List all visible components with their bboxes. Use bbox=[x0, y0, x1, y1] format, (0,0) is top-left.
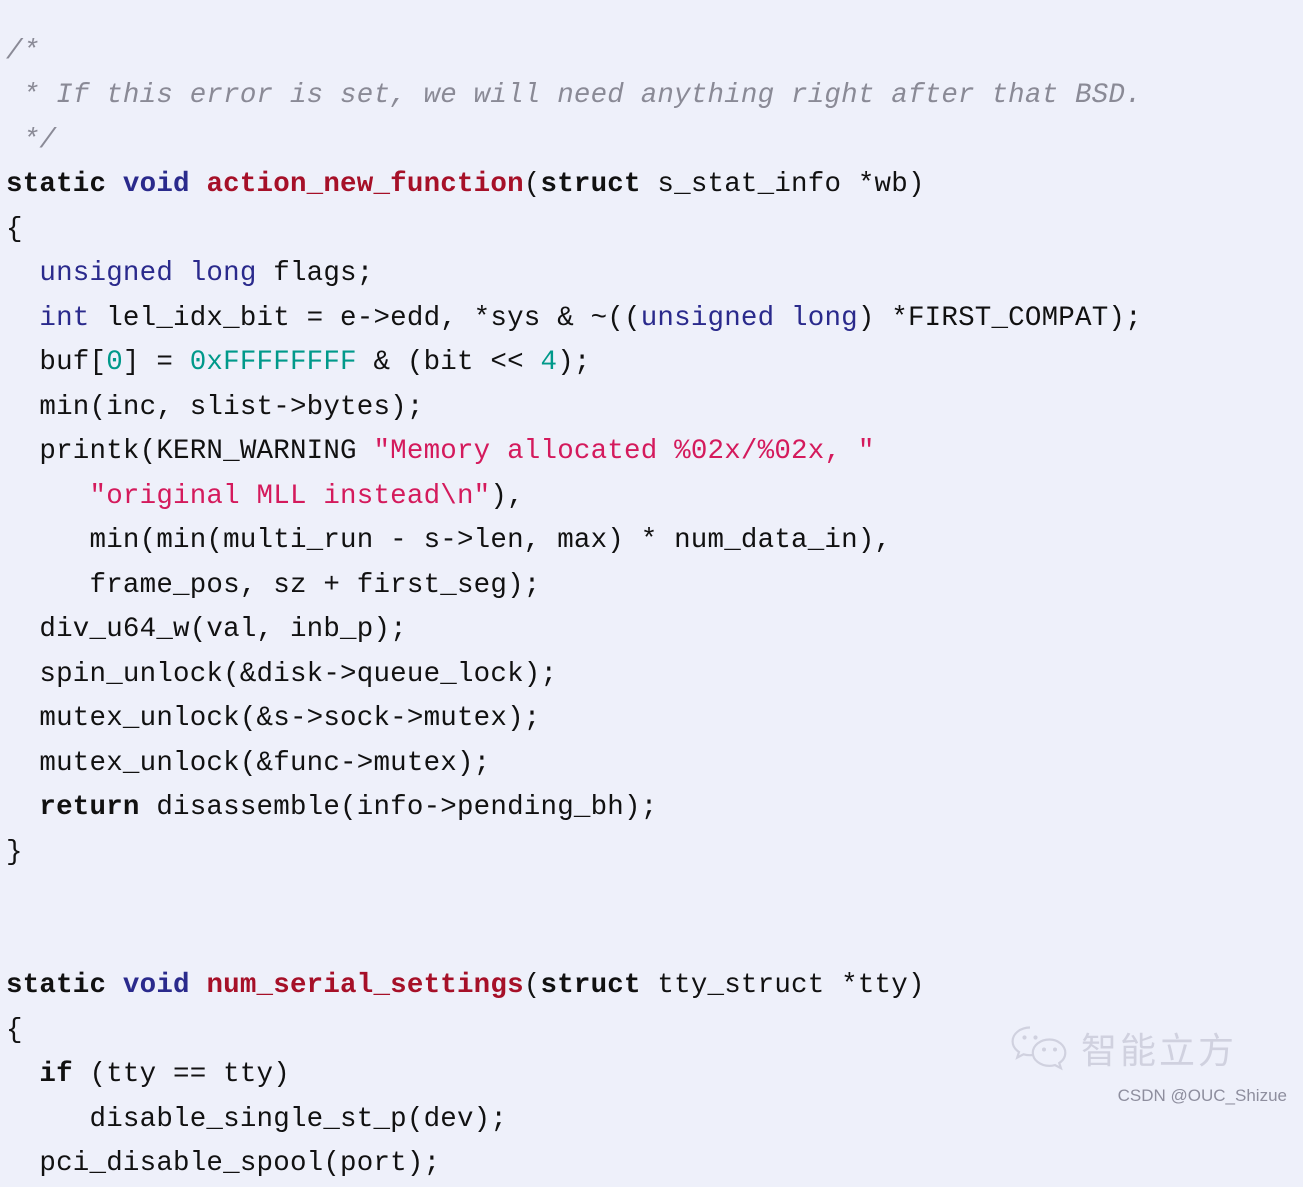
code-token: buf[ bbox=[6, 347, 107, 378]
code-line: frame_pos, sz + first_seg); bbox=[6, 564, 1303, 609]
code-token: static bbox=[6, 970, 107, 1001]
code-token: void bbox=[122, 970, 190, 1001]
code-token: unsigned long bbox=[39, 258, 257, 289]
code-token: frame_pos, sz + first_seg); bbox=[6, 569, 541, 601]
code-token: spin_unlock(&disk->queue_lock); bbox=[6, 658, 558, 690]
code-token: ( bbox=[523, 970, 541, 1001]
code-token: flags; bbox=[256, 258, 374, 289]
code-line: * If this error is set, we will need any… bbox=[6, 74, 1303, 119]
code-token: disable_single_st_p(dev); bbox=[6, 1103, 508, 1135]
code-line: static void num_serial_settings(struct t… bbox=[6, 964, 1303, 1009]
code-token: struct bbox=[540, 169, 641, 200]
code-line: return disassemble(info->pending_bh); bbox=[6, 786, 1303, 831]
code-line: static void action_new_function(struct s… bbox=[6, 163, 1303, 208]
code-screenshot-surface: /* * If this error is set, we will need … bbox=[0, 0, 1303, 1179]
code-token: ) *FIRST_COMPAT); bbox=[857, 302, 1142, 334]
code-token: lel_idx_bit = e->edd, *sys & ~(( bbox=[89, 302, 641, 334]
code-line: } bbox=[6, 831, 1303, 876]
code-line: "original MLL instead\n"), bbox=[6, 475, 1303, 520]
code-line: mutex_unlock(&func->mutex); bbox=[6, 742, 1303, 787]
code-token: static bbox=[6, 169, 107, 200]
code-line: min(min(multi_run - s->len, max) * num_d… bbox=[6, 519, 1303, 564]
code-token: ( bbox=[523, 169, 541, 200]
code-token: return bbox=[39, 792, 140, 823]
code-token: struct bbox=[540, 970, 641, 1001]
code-token: ] = bbox=[122, 347, 190, 378]
code-token: 4 bbox=[540, 347, 558, 378]
code-token: { bbox=[6, 1014, 23, 1046]
code-line: printk(KERN_WARNING "Memory allocated %0… bbox=[6, 430, 1303, 475]
code-token: min(inc, slist->bytes); bbox=[6, 391, 424, 423]
code-token: s_stat_info *wb) bbox=[640, 169, 925, 200]
code-line: pci_disable_spool(port); bbox=[6, 1142, 1303, 1187]
code-token: ), bbox=[490, 480, 524, 512]
code-token: /* bbox=[6, 35, 40, 67]
code-token: 0 bbox=[106, 347, 123, 378]
code-line: min(inc, slist->bytes); bbox=[6, 386, 1303, 431]
code-token: printk(KERN_WARNING bbox=[6, 436, 374, 467]
code-line: disable_single_st_p(dev); bbox=[6, 1098, 1303, 1143]
code-line: int lel_idx_bit = e->edd, *sys & ~((unsi… bbox=[6, 297, 1303, 342]
code-token: */ bbox=[6, 124, 57, 156]
code-line: /* bbox=[6, 30, 1303, 75]
code-line: { bbox=[6, 1009, 1303, 1054]
code-line: { bbox=[6, 208, 1303, 253]
code-line: unsigned long flags; bbox=[6, 252, 1303, 297]
code-listing: /* * If this error is set, we will need … bbox=[6, 30, 1303, 1187]
code-token: (tty == tty) bbox=[72, 1059, 290, 1090]
code-token: void bbox=[122, 169, 190, 200]
code-token: unsigned long bbox=[640, 302, 858, 334]
code-token: action_new_function bbox=[206, 169, 524, 200]
code-line: if (tty == tty) bbox=[6, 1053, 1303, 1098]
code-token: } bbox=[6, 836, 23, 868]
code-token: mutex_unlock(&s->sock->mutex); bbox=[6, 703, 541, 734]
code-token: 0xFFFFFFFF bbox=[189, 347, 357, 378]
code-token: num_serial_settings bbox=[206, 970, 524, 1001]
code-line: buf[0] = 0xFFFFFFFF & (bit << 4); bbox=[6, 341, 1303, 386]
code-line: spin_unlock(&disk->queue_lock); bbox=[6, 653, 1303, 698]
code-token: disassemble(info->pending_bh); bbox=[139, 792, 658, 823]
code-token: * If this error is set, we will need any… bbox=[6, 80, 1142, 111]
code-token: tty_struct *tty) bbox=[640, 970, 925, 1001]
code-line: mutex_unlock(&s->sock->mutex); bbox=[6, 697, 1303, 742]
code-token: mutex_unlock(&func->mutex); bbox=[6, 747, 491, 779]
code-line: div_u64_w(val, inb_p); bbox=[6, 608, 1303, 653]
code-line: */ bbox=[6, 119, 1303, 164]
code-token: { bbox=[6, 213, 23, 245]
code-token: if bbox=[39, 1059, 73, 1090]
code-token: & (bit << bbox=[356, 347, 541, 378]
code-token: int bbox=[39, 302, 90, 334]
code-token: pci_disable_spool(port); bbox=[6, 1148, 441, 1179]
code-token: "Memory allocated %02x/%02x, " bbox=[373, 436, 875, 467]
code-token: div_u64_w(val, inb_p); bbox=[6, 614, 407, 645]
code-token: ); bbox=[557, 347, 591, 378]
code-token: min(min(multi_run - s->len, max) * num_d… bbox=[6, 525, 892, 556]
code-token: "original MLL instead\n" bbox=[89, 480, 491, 512]
